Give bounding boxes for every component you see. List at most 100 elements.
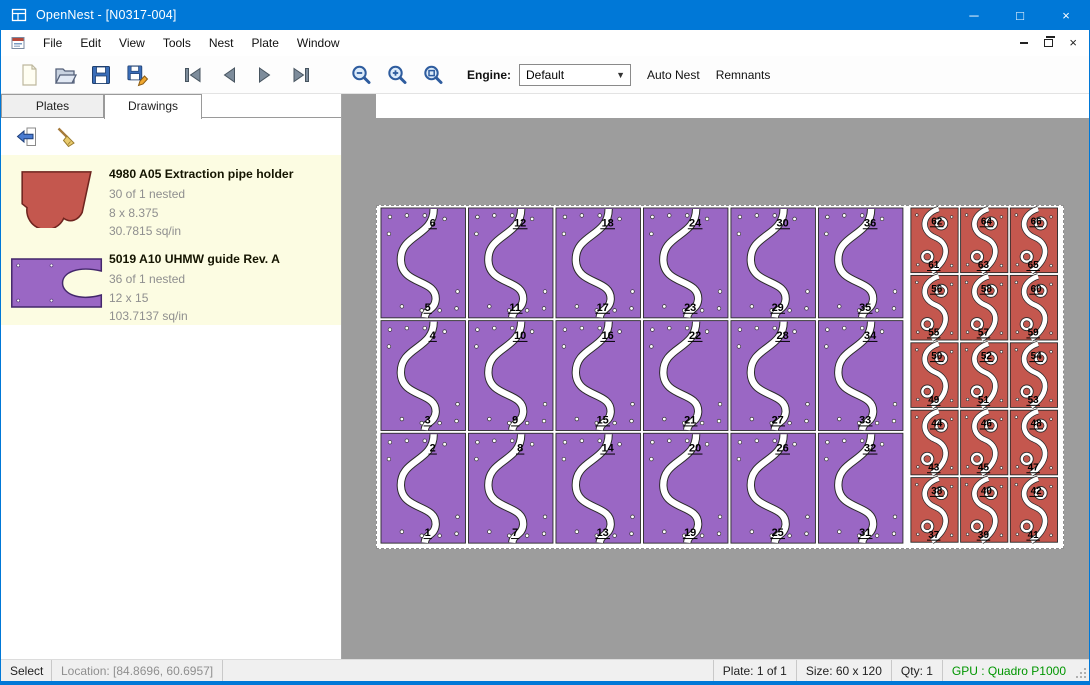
nested-part-pair-purple[interactable]: 65 [381, 208, 466, 318]
nested-part-pair-red[interactable]: 6059 [1010, 275, 1057, 340]
nested-part-pair-red[interactable]: 5251 [961, 343, 1008, 408]
clear-nest-button[interactable] [51, 123, 81, 151]
nested-part-pair-purple[interactable]: 43 [381, 321, 466, 431]
nested-part-pair-red[interactable]: 4039 [961, 478, 1008, 543]
nested-part-pair-red[interactable]: 5049 [911, 343, 958, 408]
list-item-drawing-1[interactable]: 4980 A05 Extraction pipe holder 30 of 1 … [1, 155, 341, 240]
part-number: 59 [1028, 328, 1040, 339]
drawing-area: 103.7137 sq/in [109, 307, 280, 326]
nested-part-pair-purple[interactable]: 3029 [731, 208, 816, 318]
part-number: 7 [512, 527, 518, 539]
save-as-button[interactable] [119, 59, 155, 91]
menu-window[interactable]: Window [288, 31, 349, 55]
nested-part-pair-red[interactable]: 4443 [911, 410, 958, 475]
mdi-minimize-icon[interactable] [1020, 42, 1028, 44]
first-plate-button[interactable] [175, 59, 211, 91]
zoom-in-button[interactable] [379, 59, 415, 91]
save-icon [89, 63, 113, 87]
part-number: 28 [777, 330, 789, 342]
save-button[interactable] [83, 59, 119, 91]
part-number: 9 [512, 415, 518, 427]
nested-part-pair-red[interactable]: 3837 [911, 478, 958, 543]
nested-part-pair-purple[interactable]: 2423 [643, 208, 728, 318]
minimize-button[interactable]: ─ [951, 0, 997, 30]
part-number: 41 [1028, 530, 1040, 541]
list-item-drawing-2[interactable]: 5019 A10 UHMW guide Rev. A 36 of 1 neste… [1, 240, 341, 325]
nested-part-pair-purple[interactable]: 3635 [818, 208, 903, 318]
open-button[interactable] [47, 59, 83, 91]
part-number: 20 [689, 443, 701, 455]
menu-tools[interactable]: Tools [154, 31, 200, 55]
close-button[interactable]: × [1043, 0, 1089, 30]
nested-part-pair-purple[interactable]: 1817 [556, 208, 641, 318]
nested-part-pair-purple[interactable]: 87 [468, 433, 553, 543]
nested-part-pair-red[interactable]: 4241 [1010, 478, 1057, 543]
nested-part-pair-red[interactable]: 4645 [961, 410, 1008, 475]
next-arrow-icon [253, 63, 277, 87]
engine-select[interactable]: Default ▼ [519, 64, 631, 86]
part-number: 53 [1028, 395, 1040, 406]
nested-part-pair-red[interactable]: 5655 [911, 275, 958, 340]
part-number: 26 [777, 443, 789, 455]
nest-canvas[interactable]: 6512111817242330293635431091615222128273… [342, 94, 1089, 659]
menu-view[interactable]: View [110, 31, 154, 55]
nested-part-pair-red[interactable]: 6463 [961, 208, 1008, 273]
part-number: 22 [689, 330, 701, 342]
nested-part-pair-purple[interactable]: 3433 [818, 321, 903, 431]
status-gpu: GPU : Quadro P1000 [942, 660, 1075, 681]
menu-nest[interactable]: Nest [200, 31, 243, 55]
part-number: 29 [772, 302, 784, 314]
mdi-close-icon[interactable]: × [1069, 38, 1077, 48]
nested-part-pair-red[interactable]: 6665 [1010, 208, 1057, 273]
resize-grip[interactable] [1075, 660, 1089, 681]
nested-part-pair-purple[interactable]: 2019 [643, 433, 728, 543]
assign-arrow-icon [14, 125, 38, 149]
nested-part-pair-red[interactable]: 6261 [911, 208, 958, 273]
menu-edit[interactable]: Edit [71, 31, 110, 55]
titlebar: OpenNest - [N0317-004] ─ □ × [1, 0, 1089, 30]
menu-plate[interactable]: Plate [243, 31, 288, 55]
last-plate-button[interactable] [283, 59, 319, 91]
assign-to-plate-button[interactable] [11, 123, 41, 151]
nested-part-pair-purple[interactable]: 21 [381, 433, 466, 543]
nested-part-pair-purple[interactable]: 3231 [818, 433, 903, 543]
part-number: 52 [981, 351, 993, 362]
drawing-info: 4980 A05 Extraction pipe holder 30 of 1 … [109, 159, 293, 236]
nested-part-pair-red[interactable]: 5857 [961, 275, 1008, 340]
nested-part-pair-purple[interactable]: 2625 [731, 433, 816, 543]
nested-part-pair-purple[interactable]: 1211 [468, 208, 553, 318]
part-number: 12 [514, 217, 526, 229]
drawings-toolbar [1, 118, 341, 155]
part-number: 44 [931, 419, 943, 430]
maximize-button[interactable]: □ [997, 0, 1043, 30]
part-number: 49 [928, 395, 940, 406]
zoom-out-button[interactable] [343, 59, 379, 91]
part-number: 40 [981, 486, 993, 497]
remnants-button[interactable]: Remnants [708, 62, 779, 88]
next-plate-button[interactable] [247, 59, 283, 91]
previous-plate-button[interactable] [211, 59, 247, 91]
drawing-nested-count: 36 of 1 nested [109, 270, 280, 289]
nested-part-pair-red[interactable]: 5453 [1010, 343, 1057, 408]
nested-part-pair-purple[interactable]: 109 [468, 321, 553, 431]
auto-nest-button[interactable]: Auto Nest [639, 62, 708, 88]
left-panel: Plates Drawings [1, 94, 342, 659]
part-number: 3 [425, 415, 431, 427]
mdi-restore-icon[interactable] [1044, 39, 1053, 47]
zoom-in-icon [385, 63, 409, 87]
plate-sheet[interactable]: 6512111817242330293635431091615222128273… [376, 205, 1064, 549]
nested-part-pair-red[interactable]: 4847 [1010, 410, 1057, 475]
menu-file[interactable]: File [34, 31, 71, 55]
zoom-fit-button[interactable] [415, 59, 451, 91]
drawing-title: 4980 A05 Extraction pipe holder [109, 167, 293, 181]
tab-plates[interactable]: Plates [1, 94, 104, 117]
nested-part-pair-purple[interactable]: 2221 [643, 321, 728, 431]
tab-drawings[interactable]: Drawings [104, 94, 202, 119]
new-button[interactable] [11, 59, 47, 91]
nested-part-pair-purple[interactable]: 1413 [556, 433, 641, 543]
nested-part-pair-purple[interactable]: 1615 [556, 321, 641, 431]
part-number: 32 [864, 443, 876, 455]
open-folder-icon [53, 63, 77, 87]
panel-tabs: Plates Drawings [1, 94, 341, 118]
nested-part-pair-purple[interactable]: 2827 [731, 321, 816, 431]
